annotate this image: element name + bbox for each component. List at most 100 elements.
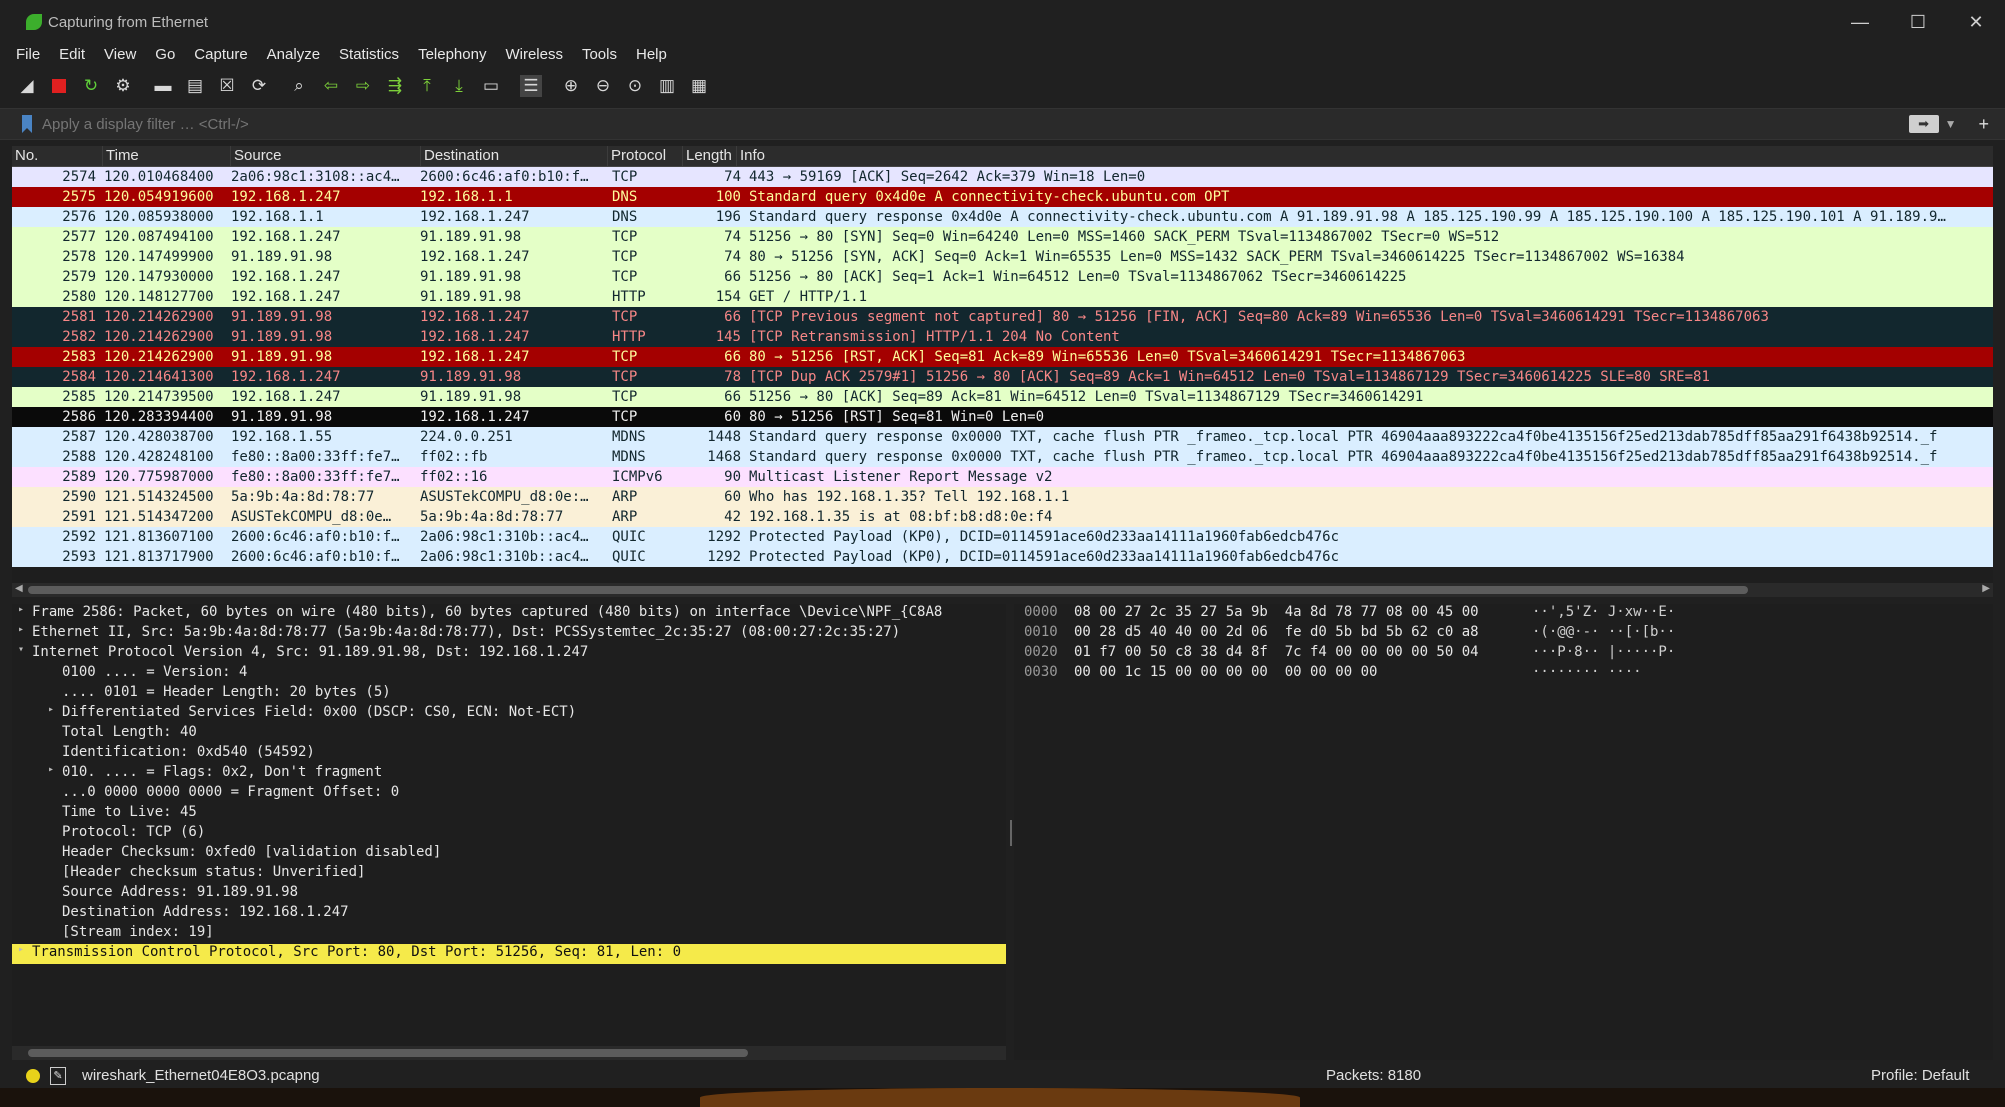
- zoom-in-icon[interactable]: ⊕: [560, 75, 582, 97]
- detail-row[interactable]: 0100 .... = Version: 4: [12, 664, 1006, 684]
- packet-row[interactable]: 2593 121.813717900 2600:6c46:af0:b10:f… 2a0…: [12, 547, 1993, 567]
- packet-row[interactable]: 2581 120.214262900 91.189.91.98 192.168.1.2…: [12, 307, 1993, 327]
- menu-wireless[interactable]: Wireless: [505, 46, 563, 63]
- scroll-left-icon[interactable]: ◀: [15, 583, 23, 594]
- resize-columns-icon[interactable]: ▥: [656, 75, 678, 97]
- column-header-info[interactable]: Info: [737, 146, 1993, 166]
- hex-row[interactable]: 0030 00 00 1c 15 00 00 00 00 00 00 00 00 ·…: [1014, 664, 1993, 684]
- close-button[interactable]: ✕: [1947, 12, 2005, 33]
- detail-row[interactable]: ▸ Frame 2586: Packet, 60 bytes on wire (4…: [12, 604, 1006, 624]
- packet-row[interactable]: 2584 120.214641300 192.168.1.247 91.189.91.…: [12, 367, 1993, 387]
- detail-row[interactable]: ▸ 010. .... = Flags: 0x2, Don't fragment: [12, 764, 1006, 784]
- shark-fin-icon[interactable]: ◢: [16, 75, 38, 97]
- packet-row[interactable]: 2592 121.813607100 2600:6c46:af0:b10:f… 2a0…: [12, 527, 1993, 547]
- pane-splitter-handle[interactable]: [1010, 820, 1012, 846]
- go-last-icon[interactable]: ⤓: [448, 75, 470, 97]
- detail-row[interactable]: Total Length: 40: [12, 724, 1006, 744]
- reload-icon[interactable]: ⟳: [248, 75, 270, 97]
- detail-row[interactable]: Protocol: TCP (6): [12, 824, 1006, 844]
- zoom-out-icon[interactable]: ⊖: [592, 75, 614, 97]
- go-first-icon[interactable]: ⤒: [416, 75, 438, 97]
- menu-edit[interactable]: Edit: [59, 46, 85, 63]
- layout-icon[interactable]: ▦: [688, 75, 710, 97]
- expand-arrow-icon[interactable]: ▸: [14, 944, 28, 955]
- expand-arrow-icon[interactable]: ▸: [14, 624, 28, 635]
- stop-capture-icon[interactable]: [48, 75, 70, 97]
- packet-row[interactable]: 2590 121.514324500 5a:9b:4a:8d:78:77 ASUSTe…: [12, 487, 1993, 507]
- scrollbar-thumb[interactable]: [28, 1049, 748, 1057]
- expand-arrow-icon[interactable]: ▸: [14, 604, 28, 615]
- packet-row[interactable]: 2580 120.148127700 192.168.1.247 91.189.91.…: [12, 287, 1993, 307]
- expert-info-icon[interactable]: [26, 1068, 40, 1083]
- menu-telephony[interactable]: Telephony: [418, 46, 486, 63]
- save-file-icon[interactable]: ▤: [184, 75, 206, 97]
- menu-go[interactable]: Go: [155, 46, 175, 63]
- menu-capture[interactable]: Capture: [194, 46, 247, 63]
- menu-view[interactable]: View: [104, 46, 136, 63]
- go-to-packet-icon[interactable]: ⇶: [384, 75, 406, 97]
- packet-row[interactable]: 2574 120.010468400 2a06:98c1:3108::ac4… 260…: [12, 167, 1993, 187]
- packet-row[interactable]: 2585 120.214739500 192.168.1.247 91.189.91.…: [12, 387, 1993, 407]
- menu-statistics[interactable]: Statistics: [339, 46, 399, 63]
- hex-row[interactable]: 0010 00 28 d5 40 40 00 2d 06 fe d0 5b bd …: [1014, 624, 1993, 644]
- open-file-icon[interactable]: ▬: [152, 75, 174, 97]
- packet-row[interactable]: 2579 120.147930000 192.168.1.247 91.189.91.…: [12, 267, 1993, 287]
- detail-row[interactable]: ▸ Ethernet II, Src: 5a:9b:4a:8d:78:77 (5a…: [12, 624, 1006, 644]
- autoscroll-icon[interactable]: ▭: [480, 75, 502, 97]
- expand-arrow-icon[interactable]: ▸: [44, 704, 58, 715]
- go-forward-icon[interactable]: ⇨: [352, 75, 374, 97]
- menu-analyze[interactable]: Analyze: [267, 46, 320, 63]
- add-filter-button[interactable]: +: [1978, 114, 1989, 135]
- packet-row[interactable]: 2582 120.214262900 91.189.91.98 192.168.1.2…: [12, 327, 1993, 347]
- detail-row[interactable]: Destination Address: 192.168.1.247: [12, 904, 1006, 924]
- packet-row[interactable]: 2591 121.514347200 ASUSTekCOMPU_d8:0e… 5a:9…: [12, 507, 1993, 527]
- hex-row[interactable]: 0020 01 f7 00 50 c8 38 d4 8f 7c f4 00 00 …: [1014, 644, 1993, 664]
- detail-row[interactable]: Identification: 0xd540 (54592): [12, 744, 1006, 764]
- packet-row[interactable]: 2575 120.054919600 192.168.1.247 192.168.1.…: [12, 187, 1993, 207]
- column-header-length[interactable]: Length: [683, 146, 737, 166]
- detail-row[interactable]: ▸ Differentiated Services Field: 0x00 (DS…: [12, 704, 1006, 724]
- packet-list-scrollbar[interactable]: ◀ ▶: [12, 583, 1993, 597]
- detail-row[interactable]: .... 0101 = Header Length: 20 bytes (5): [12, 684, 1006, 704]
- column-header-no[interactable]: No.: [12, 146, 103, 166]
- colorize-icon[interactable]: ☰: [520, 75, 542, 97]
- menu-help[interactable]: Help: [636, 46, 667, 63]
- detail-row[interactable]: Source Address: 91.189.91.98: [12, 884, 1006, 904]
- detail-row[interactable]: ...0 0000 0000 0000 = Fragment Offset: 0: [12, 784, 1006, 804]
- close-file-icon[interactable]: ☒: [216, 75, 238, 97]
- packet-row[interactable]: 2586 120.283394400 91.189.91.98 192.168.1.2…: [12, 407, 1993, 427]
- detail-row[interactable]: [Stream index: 19]: [12, 924, 1006, 944]
- maximize-button[interactable]: ☐: [1889, 12, 1947, 33]
- status-profile[interactable]: Profile: Default: [1871, 1067, 1969, 1084]
- restart-capture-icon[interactable]: ↻: [80, 75, 102, 97]
- packet-row[interactable]: 2583 120.214262900 91.189.91.98 192.168.1.2…: [12, 347, 1993, 367]
- packet-row[interactable]: 2577 120.087494100 192.168.1.247 91.189.91.…: [12, 227, 1993, 247]
- normal-size-icon[interactable]: ⊙: [624, 75, 646, 97]
- expand-arrow-icon[interactable]: ▸: [44, 764, 58, 775]
- filter-bookmark-icon[interactable]: [22, 115, 32, 133]
- capture-comment-icon[interactable]: ✎: [50, 1066, 66, 1085]
- hex-row[interactable]: 0000 08 00 27 2c 35 27 5a 9b 4a 8d 78 77 …: [1014, 604, 1993, 624]
- column-header-source[interactable]: Source: [231, 146, 421, 166]
- packet-row[interactable]: 2578 120.147499900 91.189.91.98 192.168.1.2…: [12, 247, 1993, 267]
- detail-row[interactable]: Header Checksum: 0xfed0 [validation disa…: [12, 844, 1006, 864]
- detail-row-selected[interactable]: ▸ Transmission Control Protocol, Src Port…: [12, 944, 1006, 964]
- find-packet-icon[interactable]: ⌕: [288, 75, 310, 97]
- menu-file[interactable]: File: [16, 46, 40, 63]
- scroll-right-icon[interactable]: ▶: [1982, 583, 1990, 594]
- packet-row[interactable]: 2587 120.428038700 192.168.1.55 224.0.0.251…: [12, 427, 1993, 447]
- scrollbar-thumb[interactable]: [28, 586, 1748, 594]
- column-header-time[interactable]: Time: [103, 146, 231, 166]
- detail-row[interactable]: ▾ Internet Protocol Version 4, Src: 91.18…: [12, 644, 1006, 664]
- menu-tools[interactable]: Tools: [582, 46, 617, 63]
- filter-history-dropdown-icon[interactable]: ▼: [1945, 117, 1957, 131]
- minimize-button[interactable]: —: [1831, 12, 1889, 33]
- collapse-arrow-icon[interactable]: ▾: [14, 644, 28, 655]
- packet-row[interactable]: 2576 120.085938000 192.168.1.1 192.168.1.24…: [12, 207, 1993, 227]
- apply-filter-button[interactable]: ➡: [1908, 115, 1939, 133]
- details-scrollbar[interactable]: [12, 1046, 1006, 1060]
- detail-row[interactable]: Time to Live: 45: [12, 804, 1006, 824]
- column-header-protocol[interactable]: Protocol: [608, 146, 683, 166]
- column-header-destination[interactable]: Destination: [421, 146, 608, 166]
- go-back-icon[interactable]: ⇦: [320, 75, 342, 97]
